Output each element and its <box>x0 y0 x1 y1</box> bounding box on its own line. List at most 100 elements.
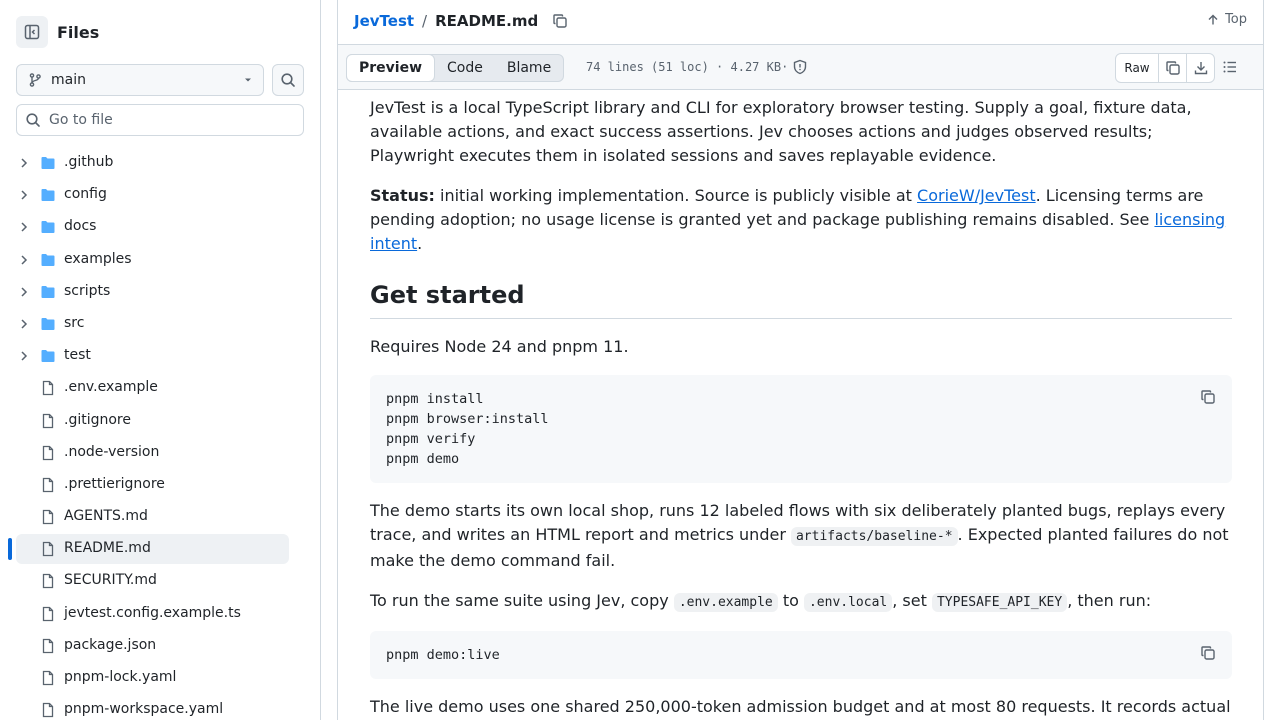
tree-folder-item[interactable]: scripts <box>0 276 320 308</box>
tree-folder-item[interactable]: .github <box>0 147 320 179</box>
tree-item-label: .github <box>64 154 114 170</box>
code-block-live: pnpm demo:live <box>370 631 1232 679</box>
run-paragraph: To run the same suite using Jev, copy .e… <box>370 589 1232 615</box>
collapse-sidebar-button[interactable] <box>16 16 48 48</box>
top-label: Top <box>1225 12 1247 27</box>
caret-down-icon <box>245 78 251 82</box>
copy-icon[interactable] <box>1200 389 1216 405</box>
arrow-up-icon <box>1208 14 1218 24</box>
file-viewer: JevTest / README.md Top Preview Code Bla… <box>337 0 1264 720</box>
tree-item-label: .node-version <box>64 443 160 460</box>
tree-file-item[interactable]: jevtest.config.example.ts <box>0 598 320 630</box>
tree-file-item[interactable]: .env.example <box>0 372 320 404</box>
file-actions-group: Raw <box>1115 53 1215 83</box>
file-toolbar: Preview Code Blame 74 lines (51 loc) · 4… <box>338 44 1263 90</box>
tree-file-item[interactable]: SECURITY.md <box>0 565 320 597</box>
readme-content: JevTest is a local TypeScript library an… <box>370 96 1232 720</box>
folder-icon <box>41 189 55 202</box>
run-inline-code-2: .env.local <box>803 593 893 612</box>
copy-raw-button[interactable] <box>1158 54 1186 82</box>
tree-file-item[interactable]: README.md <box>0 533 320 565</box>
tab-preview[interactable]: Preview <box>346 54 436 82</box>
tree-file-item[interactable]: AGENTS.md <box>0 501 320 533</box>
search-icon <box>281 73 295 87</box>
tree-item-label: config <box>64 186 107 203</box>
active-item-highlight <box>16 534 289 565</box>
tree-item-label: test <box>64 347 91 364</box>
tree-file-item[interactable]: pnpm-lock.yaml <box>0 662 320 694</box>
sidebar-title: Files <box>57 22 100 42</box>
file-icon <box>42 542 54 557</box>
file-icon <box>42 477 54 493</box>
breadcrumb-repo-link[interactable]: JevTest <box>354 12 414 30</box>
code-block-live-text: pnpm demo:live <box>386 647 500 663</box>
tree-file-item[interactable]: pnpm-workspace.yaml <box>0 694 320 720</box>
folder-icon <box>41 317 55 330</box>
repo-link[interactable]: CorieW/JevTest <box>917 186 1036 205</box>
breadcrumb-file-name: README.md <box>435 12 539 30</box>
tree-item-label: README.md <box>64 540 151 557</box>
tree-file-item[interactable]: package.json <box>0 630 320 662</box>
tree-folder-item[interactable]: test <box>0 340 320 372</box>
download-icon <box>1194 62 1207 75</box>
file-icon <box>42 413 54 428</box>
intro-paragraph: JevTest is a local TypeScript library an… <box>370 98 1192 165</box>
breadcrumb: JevTest / README.md <box>354 10 568 32</box>
code-block-install-text: pnpm install pnpm browser:install pnpm v… <box>386 391 549 467</box>
file-meta-text: 74 lines (51 loc) · 4.27 KB· <box>586 60 789 74</box>
tab-blame[interactable]: Blame <box>495 55 563 81</box>
go-to-file-input[interactable] <box>49 112 289 128</box>
status-label: Status: <box>370 186 435 205</box>
tree-item-label: pnpm-lock.yaml <box>64 669 177 685</box>
top-button[interactable]: Top <box>1207 12 1247 27</box>
tree-item-label: scripts <box>64 282 111 299</box>
file-icon <box>42 606 54 621</box>
download-button[interactable] <box>1186 54 1214 82</box>
file-icon <box>42 703 54 718</box>
tree-folder-item[interactable]: src <box>0 308 320 340</box>
copy-icon[interactable] <box>1200 645 1216 661</box>
search-button[interactable] <box>272 64 304 96</box>
chevron-right-icon <box>21 158 28 168</box>
copy-icon <box>1165 61 1180 75</box>
tree-item-label: .prettierignore <box>64 475 165 492</box>
copy-path-icon[interactable] <box>552 13 568 29</box>
breadcrumb-separator: / <box>422 12 428 30</box>
status-paragraph: Status: initial working implementation. … <box>370 184 1232 256</box>
tree-file-item[interactable]: .gitignore <box>0 405 320 437</box>
go-to-file-box[interactable] <box>16 104 304 136</box>
tree-folder-item[interactable]: docs <box>0 211 320 243</box>
tree-item-label: .gitignore <box>64 411 131 428</box>
raw-button[interactable]: Raw <box>1116 54 1158 82</box>
branch-selector[interactable]: main <box>16 64 264 96</box>
chevron-right-icon <box>21 351 28 361</box>
folder-icon <box>41 157 55 169</box>
chevron-right-icon <box>21 319 28 329</box>
folder-icon <box>41 221 55 234</box>
run-text-1: To run the same suite using Jev, copy <box>370 591 674 610</box>
file-icon <box>42 509 54 525</box>
tree-item-label: src <box>64 314 85 331</box>
chevron-right-icon <box>21 222 28 232</box>
folder-icon <box>41 253 55 266</box>
tree-item-label: pnpm-workspace.yaml <box>64 701 224 718</box>
chevron-right-icon <box>21 287 28 297</box>
branch-name: main <box>51 72 86 88</box>
outline-list-icon[interactable] <box>1222 59 1238 75</box>
tree-file-item[interactable]: .node-version <box>0 437 320 469</box>
file-icon <box>42 574 54 589</box>
run-inline-code-3: TYPESAFE_API_KEY <box>931 593 1068 612</box>
search-icon <box>26 113 40 127</box>
tree-folder-item[interactable]: config <box>0 179 320 211</box>
run-text-3: , set <box>892 591 932 610</box>
file-tree-sidebar: Files main .github config docs examples scri… <box>0 0 321 720</box>
tab-code[interactable]: Code <box>435 55 495 81</box>
run-text-2: to <box>777 591 804 610</box>
tree-item-label: examples <box>64 250 132 267</box>
tree-item-label: jevtest.config.example.ts <box>64 604 241 621</box>
file-icon <box>42 381 54 396</box>
run-text-4: , then run: <box>1067 591 1152 610</box>
shield-icon[interactable] <box>792 59 808 75</box>
tree-folder-item[interactable]: examples <box>0 244 320 276</box>
tree-file-item[interactable]: .prettierignore <box>0 469 320 501</box>
